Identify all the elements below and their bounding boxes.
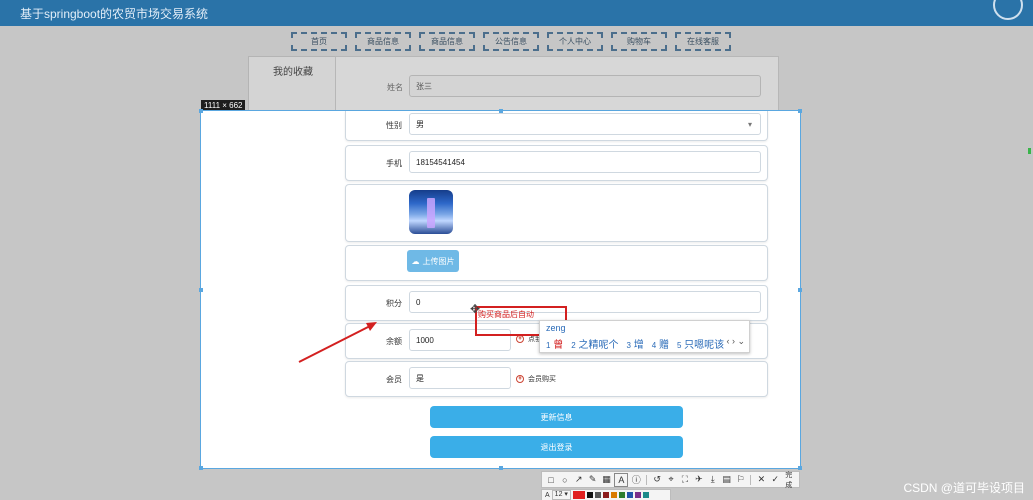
selection-handle[interactable] [199, 288, 203, 292]
color-swatch[interactable] [602, 492, 609, 498]
move-cursor-icon: ✥ [470, 302, 481, 316]
pen-icon[interactable]: ✎ [587, 474, 599, 486]
selection-handle[interactable] [199, 109, 203, 113]
ime-candidate[interactable]: 5 只嗯呢该 [677, 336, 724, 351]
color-swatch[interactable] [586, 492, 593, 498]
ime-page-nav[interactable]: ‹ › ⌄ [726, 336, 745, 347]
ellipse-icon[interactable]: ○ [559, 474, 571, 486]
color-swatch[interactable] [626, 492, 633, 498]
selection-handle[interactable] [798, 109, 802, 113]
current-color-swatch[interactable] [572, 491, 585, 499]
download-icon[interactable]: ⤓ [707, 474, 719, 486]
undo-icon[interactable]: ↺ [651, 474, 663, 486]
arrow-icon[interactable]: ↗ [573, 474, 585, 486]
save-icon[interactable]: ⚐ [735, 474, 747, 486]
annotation-text: 购买商品后自动 [478, 310, 534, 319]
close-icon[interactable]: ✕ [755, 474, 767, 486]
selection-handle[interactable] [199, 466, 203, 470]
text-icon[interactable]: A [614, 472, 629, 487]
color-swatch[interactable] [642, 492, 649, 498]
mosaic-icon[interactable]: ▦ [601, 474, 613, 486]
annotation-style-bar: A 12 ▾ [541, 489, 671, 500]
color-swatch[interactable] [634, 492, 641, 498]
ime-candidate-window: zeng 1 曾 2 之精呢个 3 增 4 赠 5 只嗯呢该 ‹ › ⌄ [539, 320, 750, 353]
ime-candidate[interactable]: 3 增 [626, 336, 643, 351]
color-swatch[interactable] [618, 492, 625, 498]
ime-candidate[interactable]: 2 之精呢个 [571, 336, 618, 351]
red-arrow-annotation [298, 322, 377, 363]
number-icon[interactable]: ⓘ [630, 474, 642, 486]
selection-handle[interactable] [798, 466, 802, 470]
font-size-select[interactable]: 12 ▾ [551, 490, 571, 500]
divider [646, 474, 648, 485]
pin-to-screen-icon[interactable]: ✈ [693, 474, 705, 486]
pin-icon[interactable]: ⌖ [665, 474, 677, 486]
ime-candidate[interactable]: 1 曾 [546, 336, 563, 351]
color-swatch[interactable] [610, 492, 617, 498]
status-indicator [1028, 148, 1031, 154]
csdn-watermark: CSDN @道可毕设项目 [903, 481, 1025, 495]
color-swatch[interactable] [594, 492, 601, 498]
font-icon: A [545, 491, 550, 499]
screenshot-toolbar: □ ○ ↗ ✎ ▦ A ⓘ ↺ ⌖ ⛶ ✈ ⤓ ▤ ⚐ ✕ ✓ 完成 [541, 470, 800, 490]
divider [750, 474, 752, 485]
ime-candidate[interactable]: 4 赠 [652, 336, 669, 351]
check-icon[interactable]: ✓ [769, 474, 781, 486]
ime-composition: zeng [546, 323, 566, 333]
rect-icon[interactable]: □ [545, 474, 557, 486]
copy-icon[interactable]: ▤ [721, 474, 733, 486]
done-button[interactable]: 完成 [785, 470, 799, 490]
selection-handle[interactable] [798, 288, 802, 292]
ime-candidate-list: 1 曾 2 之精呢个 3 增 4 赠 5 只嗯呢该 [546, 336, 724, 351]
selection-handle[interactable] [499, 109, 503, 113]
selection-handle[interactable] [499, 466, 503, 470]
crop-icon[interactable]: ⛶ [679, 474, 691, 486]
